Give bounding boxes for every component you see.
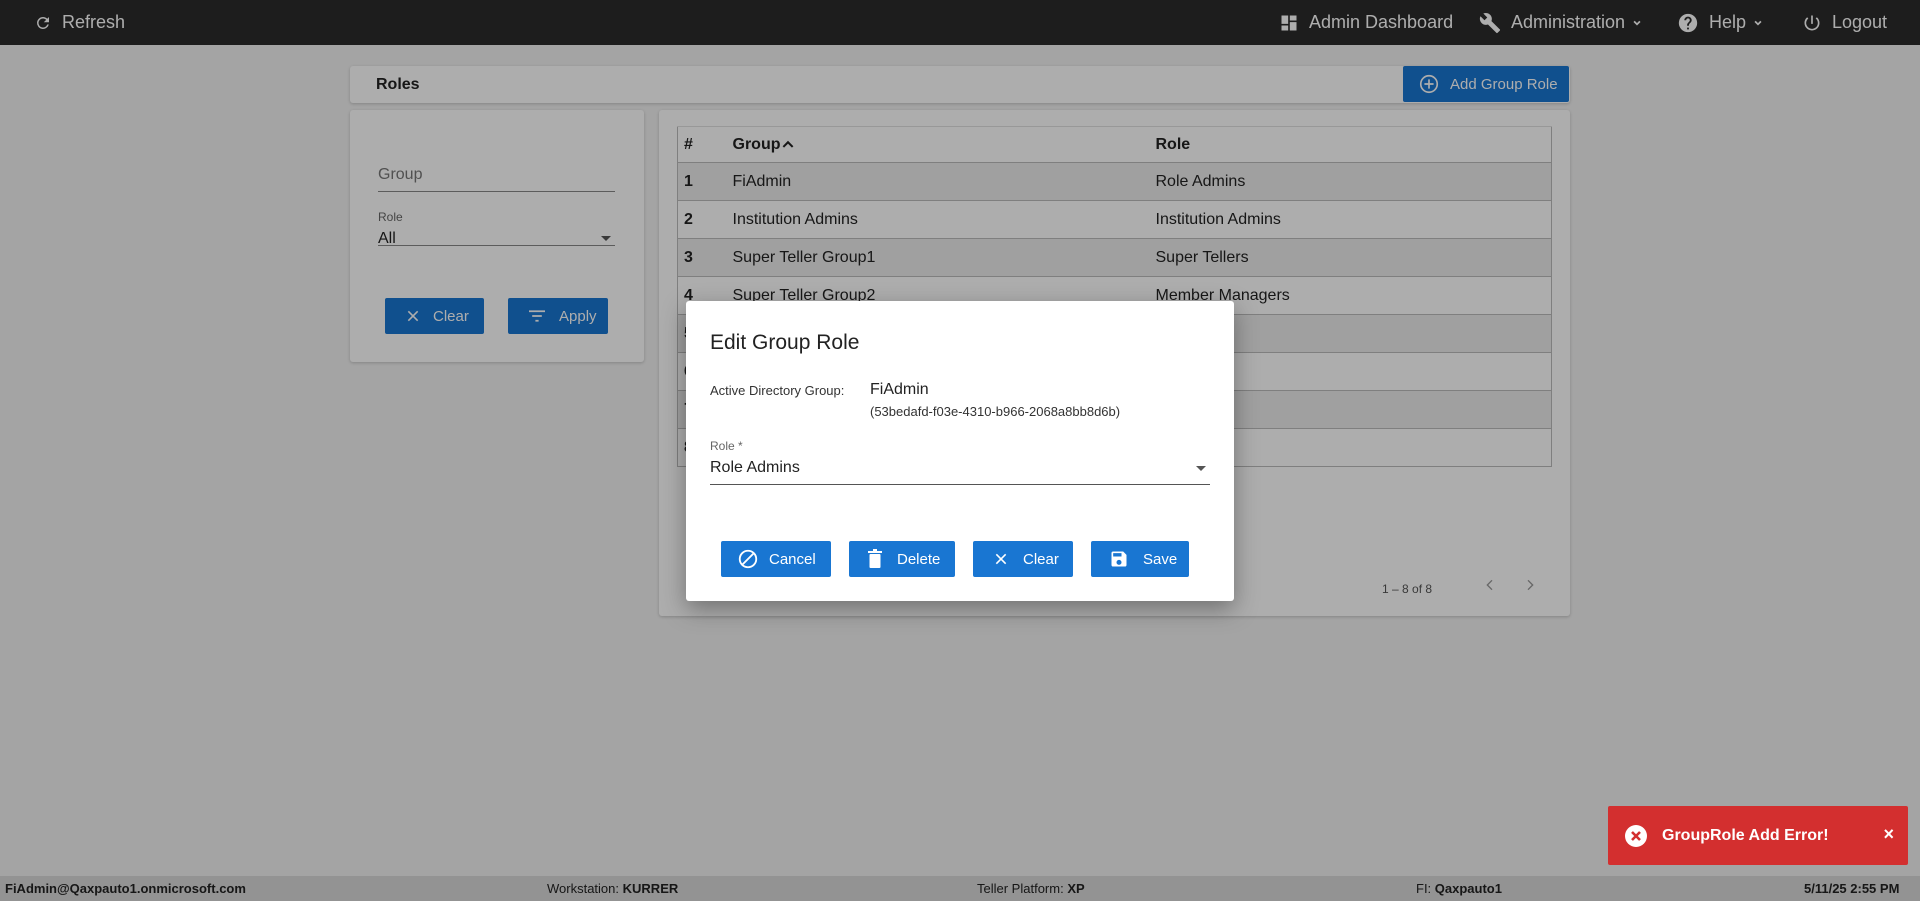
cancel-label: Cancel [769,550,816,568]
toast-close-icon[interactable]: × [1883,824,1894,845]
edit-group-role-dialog: Edit Group Role Active Directory Group: … [686,301,1234,601]
block-icon [737,548,759,570]
delete-button[interactable]: Delete [849,541,955,577]
trash-icon [867,549,883,569]
dropdown-arrow-icon [1196,466,1206,471]
close-icon [993,551,1009,567]
role-select-label: Role * [710,439,743,453]
save-button[interactable]: Save [1091,541,1189,577]
active-directory-group-id: (53bedafd-f03e-4310-b966-2068a8bb8d6b) [870,404,1121,419]
save-icon [1109,549,1129,569]
delete-label: Delete [897,550,941,568]
cancel-button[interactable]: Cancel [721,541,831,577]
role-select-value: Role Admins [710,459,800,476]
clear-button[interactable]: Clear [973,541,1073,577]
clear-label: Clear [1023,550,1059,568]
error-toast-message: GroupRole Add Error! [1662,826,1829,844]
active-directory-group-name: FiAdmin [870,381,929,398]
error-icon [1624,824,1648,848]
role-select[interactable]: Role * Role Admins [710,439,1210,485]
dialog-title: Edit Group Role [710,331,860,354]
save-label: Save [1143,550,1178,568]
error-toast: GroupRole Add Error! × [1608,806,1908,865]
active-directory-group-label: Active Directory Group: [710,383,845,398]
